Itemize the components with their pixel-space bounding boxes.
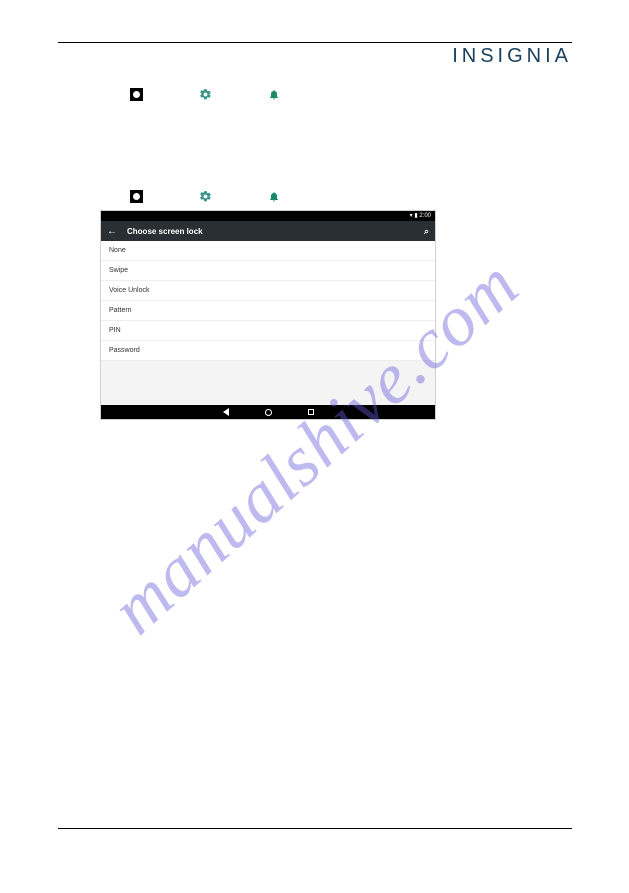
- lock-option-none[interactable]: None: [101, 241, 435, 261]
- bottom-rule: [58, 828, 572, 829]
- nav-home-icon[interactable]: [265, 409, 272, 416]
- status-bar: ▾ ▮ 2:00: [101, 211, 435, 221]
- search-icon[interactable]: ⌕: [424, 226, 429, 237]
- settings-gear-icon: [199, 88, 212, 101]
- lock-option-password[interactable]: Password: [101, 341, 435, 361]
- brand-logo: INSIGNIA: [58, 45, 572, 68]
- status-time: 2:00: [419, 213, 431, 219]
- lock-option-swipe[interactable]: Swipe: [101, 261, 435, 281]
- lock-option-pattern[interactable]: Pattern: [101, 301, 435, 321]
- back-arrow-icon[interactable]: ←: [107, 226, 117, 237]
- settings-gear-icon: [199, 190, 212, 203]
- top-rule: [58, 42, 572, 43]
- title-bar: ← Choose screen lock ⌕: [101, 221, 435, 241]
- nav-back-icon[interactable]: [223, 408, 229, 416]
- nav-recent-icon[interactable]: [308, 409, 314, 415]
- lock-option-voice[interactable]: Voice Unlock: [101, 281, 435, 301]
- icon-row-1: [58, 86, 572, 102]
- notification-bell-icon: [268, 88, 280, 101]
- android-nav-bar: [101, 405, 435, 419]
- notification-bell-icon: [268, 190, 280, 203]
- blank-area: [101, 361, 435, 405]
- tablet-screenshot: ▾ ▮ 2:00 ← Choose screen lock ⌕ None Swi…: [100, 210, 436, 420]
- icon-row-2: [58, 188, 572, 204]
- lock-option-list: None Swipe Voice Unlock Pattern PIN Pass…: [101, 241, 435, 361]
- app-drawer-icon: [130, 190, 143, 203]
- lock-option-pin[interactable]: PIN: [101, 321, 435, 341]
- screen-title: Choose screen lock: [127, 227, 424, 236]
- app-drawer-icon: [130, 88, 143, 101]
